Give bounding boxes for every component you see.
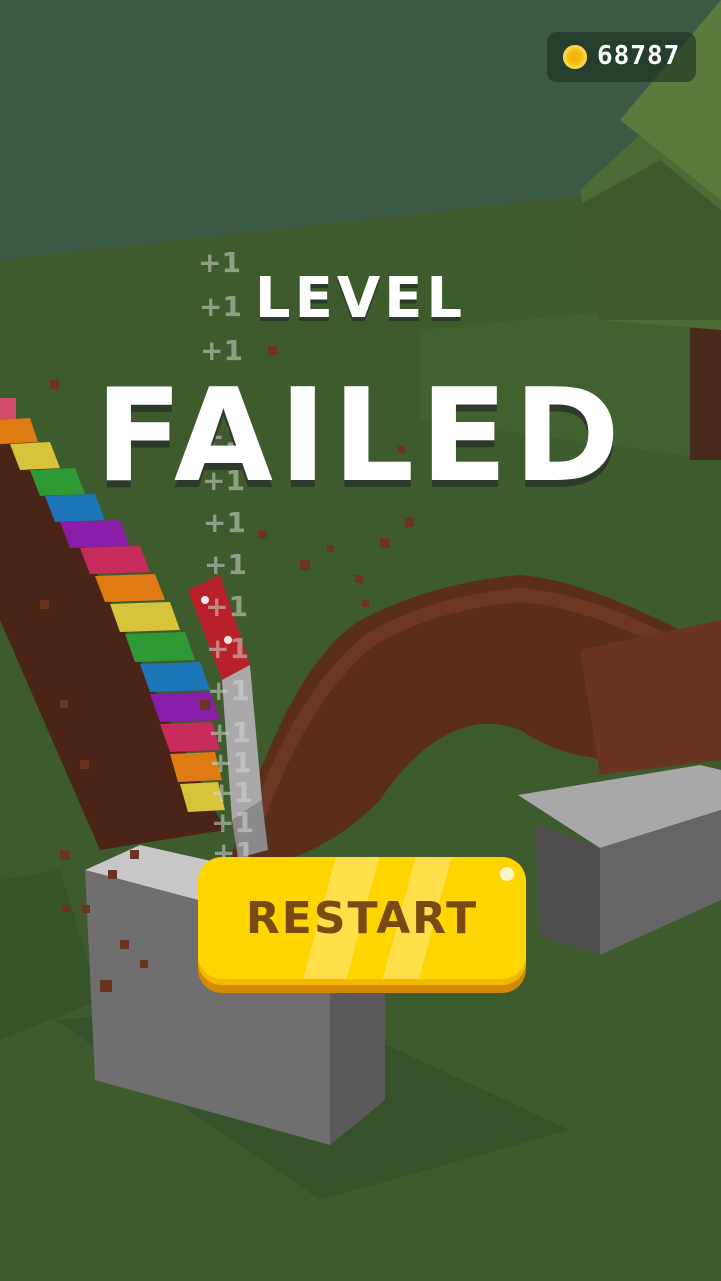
score-popup: +1 xyxy=(210,776,253,809)
coin-icon xyxy=(563,45,587,69)
score-popup: +1 xyxy=(204,548,247,581)
score-popup: +1 xyxy=(209,746,252,779)
game-scene xyxy=(0,0,721,1281)
coin-count: 68787 xyxy=(597,41,681,71)
button-shine xyxy=(500,867,514,881)
result-title-level: LEVEL xyxy=(254,266,467,331)
score-popup: +1 xyxy=(211,806,254,839)
restart-button[interactable]: RESTART xyxy=(198,857,526,985)
score-popup: +1 xyxy=(206,632,249,665)
score-popup: +1 xyxy=(207,674,250,707)
coin-counter: 68787 xyxy=(547,32,696,82)
restart-button-label: RESTART xyxy=(245,892,479,944)
score-popup: +1 xyxy=(208,716,251,749)
score-popup: +1 xyxy=(205,590,248,623)
result-title-failed: FAILED xyxy=(95,362,626,511)
